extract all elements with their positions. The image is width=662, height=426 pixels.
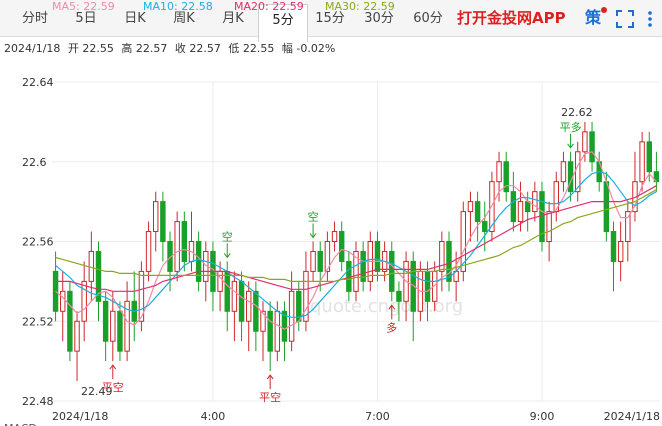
candle-body[interactable] — [603, 181, 610, 233]
signal-label: 空 — [222, 229, 233, 243]
quote-high: 高 22.57 — [121, 42, 168, 55]
candle-body[interactable] — [317, 250, 323, 272]
candle-body[interactable] — [589, 131, 595, 163]
y-tick-label: 22.48 — [22, 395, 54, 408]
candle-body[interactable] — [617, 241, 624, 262]
candle-body[interactable] — [224, 270, 230, 312]
candle-body[interactable] — [338, 231, 345, 262]
candle-body[interactable] — [74, 320, 80, 352]
ma30-label: MA30: 22.59 — [325, 0, 395, 13]
ma-legend-background — [48, 55, 418, 71]
candle-body[interactable] — [389, 250, 395, 292]
y-tick-label: 22.64 — [22, 76, 54, 89]
ma5-label: MA5: 22.59 — [52, 0, 115, 13]
candle-body[interactable] — [567, 161, 574, 193]
candle-body[interactable] — [396, 290, 402, 302]
strategy-icon[interactable]: 策 — [585, 9, 603, 27]
candle-body[interactable] — [67, 290, 73, 352]
candle-body[interactable] — [467, 201, 474, 213]
candle-body[interactable] — [174, 221, 180, 272]
candle-body[interactable] — [482, 221, 488, 233]
candle-body[interactable] — [231, 280, 238, 312]
candle-body[interactable] — [517, 201, 524, 223]
candle-body[interactable] — [102, 300, 109, 342]
ohlc-info-row: 2024/1/18 开 22.55 高 22.57 收 22.57 低 22.5… — [4, 40, 339, 56]
candle-body[interactable] — [217, 270, 223, 292]
quote-low: 低 22.55 — [228, 42, 275, 55]
x-tick-label: 9:00 — [530, 410, 555, 423]
candle-body[interactable] — [532, 191, 538, 213]
watermark-text: quote.cngold.org — [310, 296, 463, 317]
candle-body[interactable] — [110, 310, 116, 342]
candle-body[interactable] — [267, 310, 273, 352]
candle-body[interactable] — [60, 290, 66, 312]
candle-body[interactable] — [274, 310, 281, 352]
candle-body[interactable] — [181, 221, 188, 262]
signal-label: 多 — [386, 320, 397, 334]
x-tick-label: 7:00 — [365, 410, 390, 423]
candle-body[interactable] — [153, 201, 159, 233]
candle-body[interactable] — [81, 280, 87, 322]
ma20-label: MA20: 22.59 — [234, 0, 304, 13]
y-tick-label: 22.6 — [22, 156, 47, 169]
candle-body[interactable] — [145, 231, 152, 272]
fullscreen-icon[interactable] — [615, 9, 635, 29]
y-tick-label: 22.52 — [22, 315, 54, 328]
candle-body[interactable] — [546, 211, 552, 242]
x-tick-label: 4:00 — [201, 410, 226, 423]
candle-body[interactable] — [610, 231, 617, 262]
candle-body[interactable] — [117, 310, 123, 352]
signal-label: 平空 — [102, 380, 124, 394]
candle-body[interactable] — [331, 231, 338, 242]
x-tick-label: 2024/1/18 — [52, 410, 108, 423]
candle-body[interactable] — [253, 290, 259, 332]
candle-body[interactable] — [639, 141, 645, 183]
candle-body[interactable] — [374, 241, 381, 272]
signal-label: 平空 — [259, 390, 281, 404]
quote-open: 开 22.55 — [67, 42, 114, 55]
quote-date: 2024/1/18 — [4, 42, 61, 55]
candle-body[interactable] — [646, 141, 652, 173]
candle-body[interactable] — [424, 270, 431, 302]
candle-body[interactable] — [238, 280, 245, 322]
ma10-label: MA10: 22.58 — [143, 0, 213, 13]
signal-label: 空 — [308, 210, 319, 224]
candlestick-chart[interactable]: 22.64 22.6 22.56 22.52 22.48 quote.cngold.org… — [0, 70, 662, 426]
tab-60min[interactable]: 60分 — [403, 0, 453, 37]
signal-label: 平多 — [560, 120, 582, 134]
candle-body[interactable] — [560, 161, 567, 183]
notification-dot — [601, 7, 607, 13]
candle-body[interactable] — [439, 241, 445, 272]
more-vertical-icon[interactable] — [642, 9, 658, 29]
high-price-label: 22.62 — [561, 106, 593, 119]
x-tick-label: 2024/1/18 — [604, 410, 660, 423]
quote-close: 收 22.57 — [174, 42, 221, 55]
quote-amplitude: 幅 -0.02% — [281, 42, 336, 55]
open-app-link[interactable]: 打开金投网APP — [457, 0, 566, 37]
candle-body[interactable] — [160, 201, 166, 242]
candle-body[interactable] — [310, 250, 316, 272]
candle-body[interactable] — [245, 290, 252, 322]
y-tick-label: 22.56 — [22, 236, 54, 249]
candle-body[interactable] — [510, 191, 517, 223]
candle-body[interactable] — [474, 201, 481, 223]
macd-legend: MACD — [4, 422, 37, 426]
candle-body[interactable] — [496, 161, 502, 183]
candle-body[interactable] — [582, 131, 588, 153]
